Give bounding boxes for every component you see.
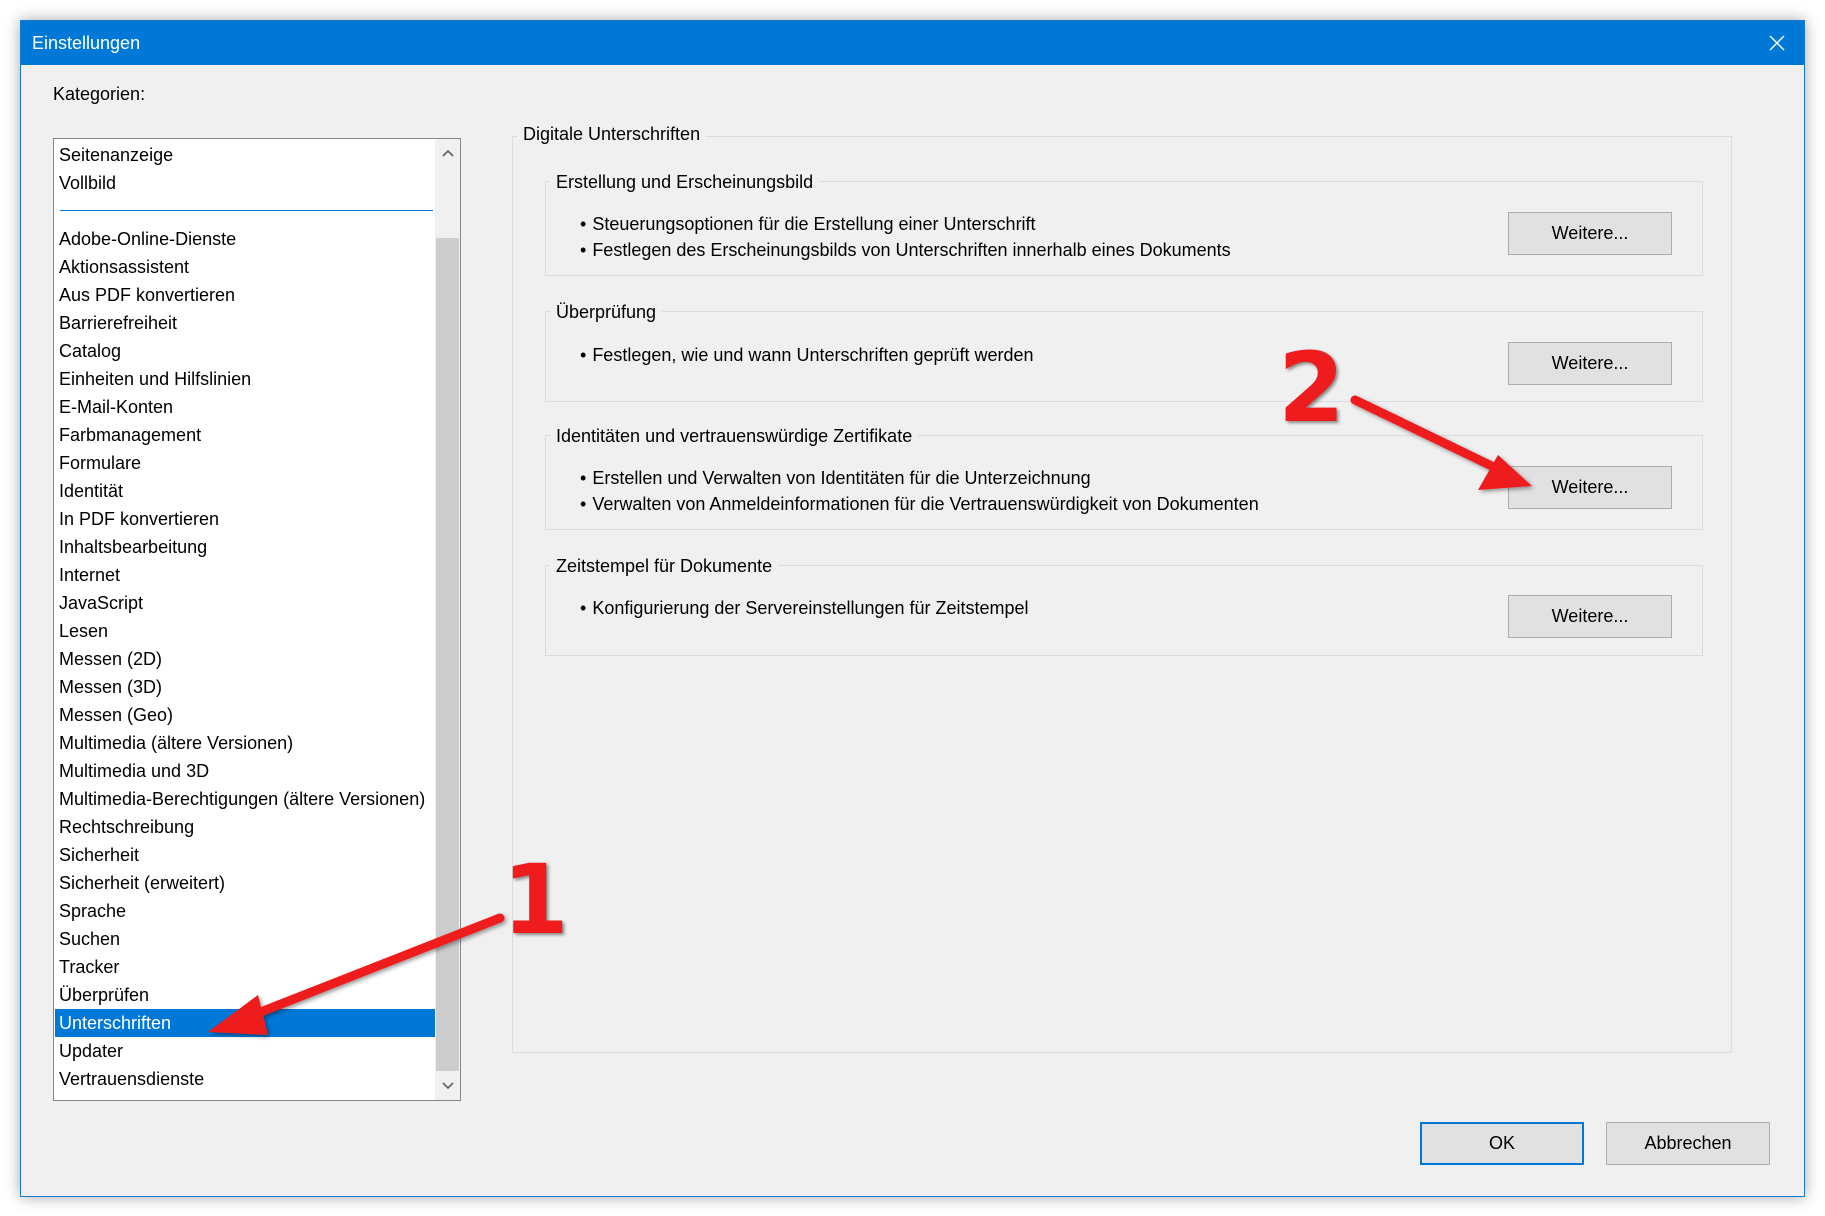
list-item[interactable]: Inhaltsbearbeitung xyxy=(55,533,435,561)
list-item[interactable]: Barrierefreiheit xyxy=(55,309,435,337)
vertical-scrollbar[interactable] xyxy=(435,139,460,1100)
section-title-ueberpruefung: Überprüfung xyxy=(550,302,663,323)
list-item[interactable]: Aus PDF konvertieren xyxy=(55,281,435,309)
list-separator xyxy=(55,197,435,225)
bullet-text: Konfigurierung der Servereinstellungen f… xyxy=(580,598,1028,619)
list-item[interactable]: E-Mail-Konten xyxy=(55,393,435,421)
close-button[interactable] xyxy=(1750,21,1804,65)
cancel-button[interactable]: Abbrechen xyxy=(1606,1122,1770,1165)
list-item[interactable]: Adobe-Online-Dienste xyxy=(55,225,435,253)
weitere-button-ueberpruefung[interactable]: Weitere... xyxy=(1508,342,1672,385)
list-item[interactable]: Sprache xyxy=(55,897,435,925)
window-title: Einstellungen xyxy=(32,33,141,53)
group-title: Digitale Unterschriften xyxy=(517,124,707,145)
list-item[interactable]: Messen (2D) xyxy=(55,645,435,673)
list-item[interactable]: In PDF konvertieren xyxy=(55,505,435,533)
weitere-button-zeitstempel[interactable]: Weitere... xyxy=(1508,595,1672,638)
scroll-down-button[interactable] xyxy=(435,1072,460,1100)
list-item[interactable]: Tracker xyxy=(55,953,435,981)
list-item[interactable]: Farbmanagement xyxy=(55,421,435,449)
list-item[interactable]: JavaScript xyxy=(55,589,435,617)
list-item[interactable]: Lesen xyxy=(55,617,435,645)
annotation-marker-1: 1 xyxy=(502,844,569,956)
section-title-zeitstempel: Zeitstempel für Dokumente xyxy=(550,556,779,577)
scroll-up-button[interactable] xyxy=(435,139,460,167)
weitere-button-identitaeten[interactable]: Weitere... xyxy=(1508,466,1672,509)
categories-label: Kategorien: xyxy=(53,84,146,104)
bullet-text: Verwalten von Anmeldeinformationen für d… xyxy=(580,494,1258,515)
categories-items: Seitenanzeige Vollbild Adobe-Online-Dien… xyxy=(55,141,435,1093)
chevron-down-icon xyxy=(441,1082,454,1090)
list-item[interactable]: Überprüfen xyxy=(55,981,435,1009)
section-title-identitaeten: Identitäten und vertrauenswürdige Zertif… xyxy=(550,426,919,447)
ok-button[interactable]: OK xyxy=(1420,1122,1584,1165)
list-item[interactable]: Messen (3D) xyxy=(55,673,435,701)
list-item[interactable]: Multimedia (ältere Versionen) xyxy=(55,729,435,757)
list-item-seitenanzeige[interactable]: Seitenanzeige xyxy=(55,141,435,169)
list-item[interactable]: Catalog xyxy=(55,337,435,365)
title-bar: Einstellungen xyxy=(21,21,1804,65)
list-item[interactable]: Multimedia und 3D xyxy=(55,757,435,785)
list-item[interactable]: Identität xyxy=(55,477,435,505)
list-item[interactable]: Vertrauensdienste xyxy=(55,1065,435,1093)
weitere-button-erstellung[interactable]: Weitere... xyxy=(1508,212,1672,255)
list-item[interactable]: Updater xyxy=(55,1037,435,1065)
chevron-up-icon xyxy=(441,149,454,157)
list-item[interactable]: Messen (Geo) xyxy=(55,701,435,729)
list-item[interactable]: Internet xyxy=(55,561,435,589)
annotation-marker-2: 2 xyxy=(1278,332,1345,444)
list-item-vollbild[interactable]: Vollbild xyxy=(55,169,435,197)
list-item[interactable]: Multimedia-Berechtigungen (ältere Versio… xyxy=(55,785,435,813)
section-title-erstellung: Erstellung und Erscheinungsbild xyxy=(550,172,820,193)
list-item[interactable]: Formulare xyxy=(55,449,435,477)
bullet-text: Festlegen des Erscheinungsbilds von Unte… xyxy=(580,240,1230,261)
list-item[interactable]: Sicherheit (erweitert) xyxy=(55,869,435,897)
scroll-thumb[interactable] xyxy=(436,238,459,1071)
list-item[interactable]: Sicherheit xyxy=(55,841,435,869)
list-item[interactable]: Aktionsassistent xyxy=(55,253,435,281)
list-item[interactable]: Rechtschreibung xyxy=(55,813,435,841)
categories-list[interactable]: Seitenanzeige Vollbild Adobe-Online-Dien… xyxy=(53,138,461,1101)
close-icon xyxy=(1769,35,1785,51)
list-item[interactable]: Suchen xyxy=(55,925,435,953)
bullet-text: Steuerungsoptionen für die Erstellung ei… xyxy=(580,214,1035,235)
bullet-text: Festlegen, wie und wann Unterschriften g… xyxy=(580,345,1033,366)
list-item[interactable]: Einheiten und Hilfslinien xyxy=(55,365,435,393)
bullet-text: Erstellen und Verwalten von Identitäten … xyxy=(580,468,1090,489)
list-item[interactable]: Unterschriften xyxy=(55,1009,435,1037)
